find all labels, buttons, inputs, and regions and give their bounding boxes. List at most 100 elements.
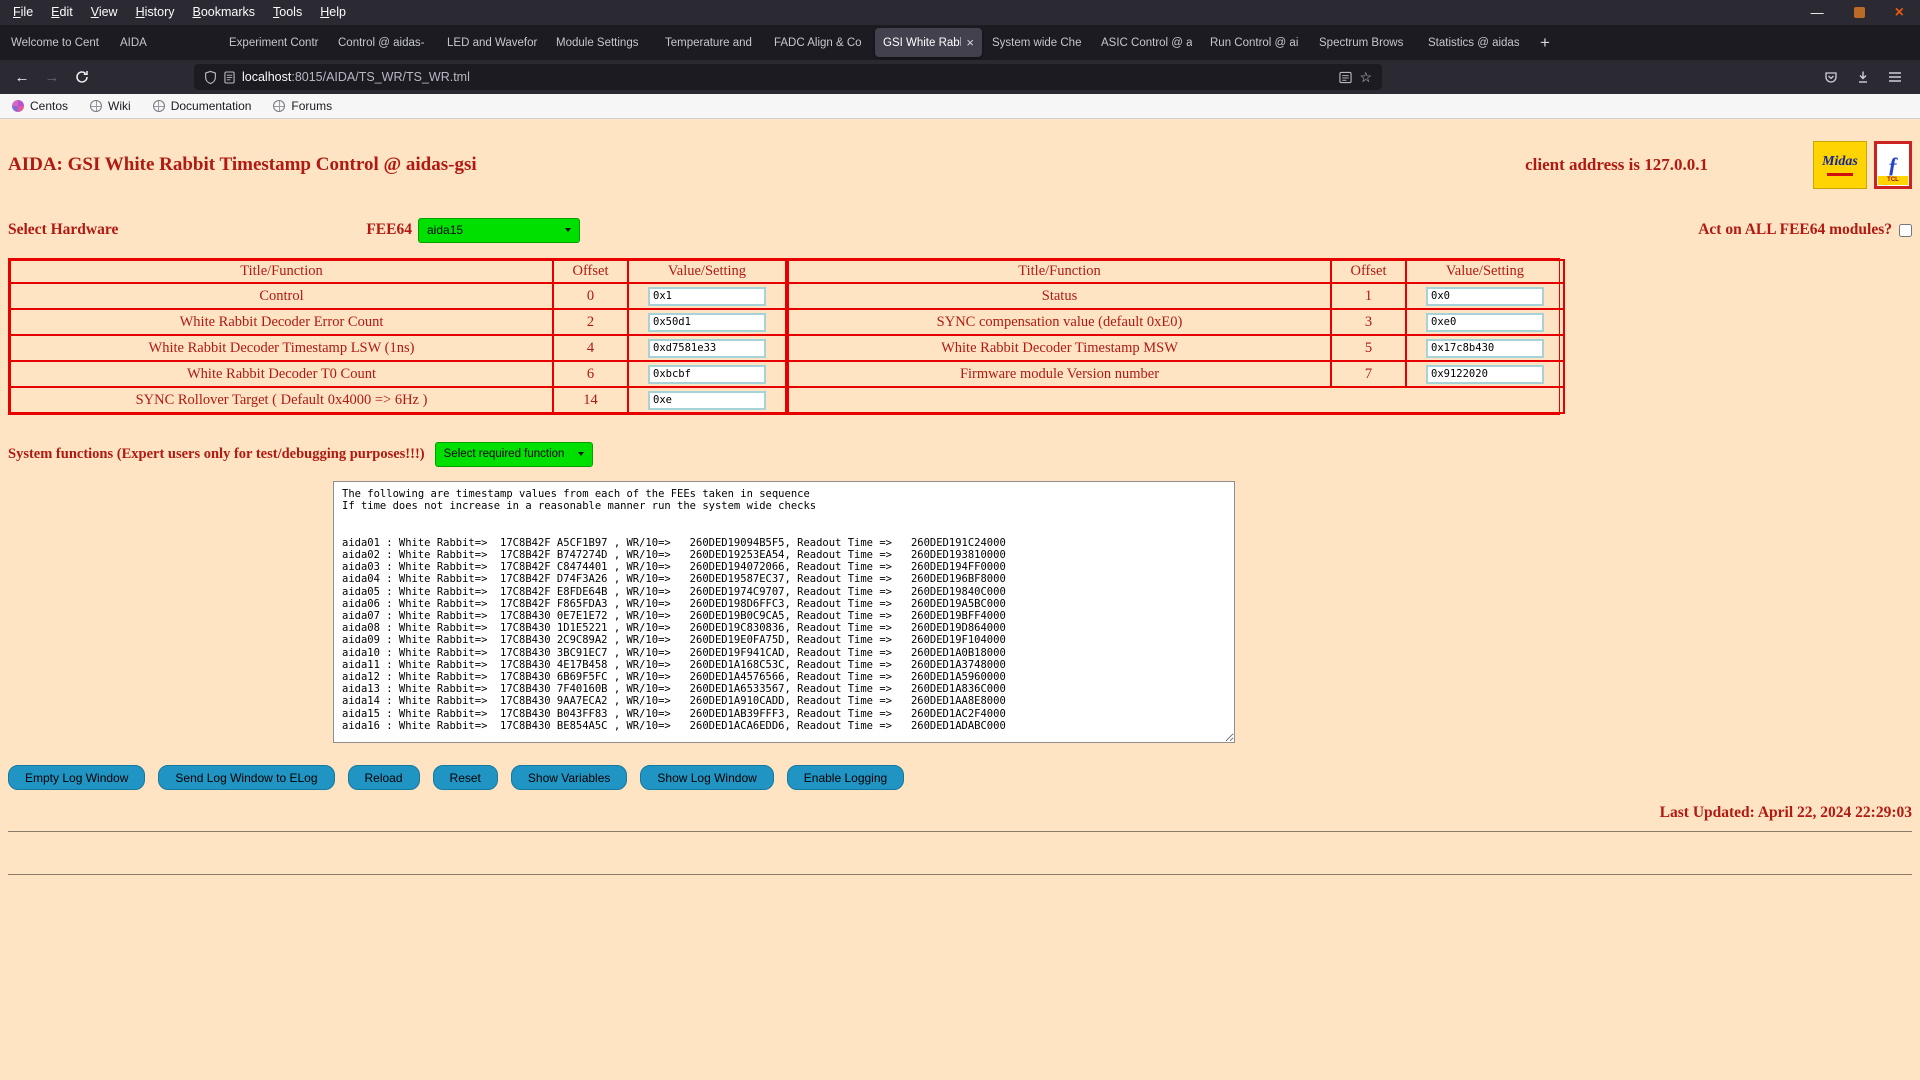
reload-button[interactable]: Reload [348, 765, 420, 790]
browser-tab[interactable]: Control @ aidas- [330, 28, 437, 57]
fee64-label: FEE64 [366, 221, 412, 239]
chevron-down-icon [565, 228, 571, 232]
browser-tab[interactable]: Spectrum Brows [1311, 28, 1418, 57]
page-info-icon[interactable] [224, 71, 235, 84]
send-log-window-to-elog-button[interactable]: Send Log Window to ELog [158, 765, 334, 790]
system-functions-label: System functions (Expert users only for … [8, 446, 425, 463]
browser-tab[interactable]: FADC Align & Co [766, 28, 873, 57]
register-offset: 4 [553, 335, 628, 361]
divider [8, 831, 1912, 832]
maximize-button[interactable] [1854, 7, 1865, 18]
url-host: localhost [242, 70, 291, 84]
window-controls: — × [1811, 0, 1920, 25]
register-value-input[interactable] [1426, 313, 1544, 332]
menu-help[interactable]: Help [311, 0, 355, 25]
tab-close-icon[interactable]: × [966, 35, 974, 50]
browser-tab[interactable]: ASIC Control @ a [1093, 28, 1200, 57]
minimize-button[interactable]: — [1811, 0, 1824, 25]
register-value-input[interactable] [648, 391, 766, 410]
tab-label: Control @ aidas- [338, 37, 429, 49]
register-value-input[interactable] [1426, 287, 1544, 306]
tab-bar: Welcome to Cent AIDA Experiment Contr Contr… [0, 25, 1920, 60]
reload-button[interactable] [68, 64, 96, 90]
act-on-all-label: Act on ALL FEE64 modules? [1698, 221, 1892, 239]
register-value-input[interactable] [648, 287, 766, 306]
menu-edit[interactable]: Edit [42, 0, 82, 25]
browser-tab[interactable]: System wide Che [984, 28, 1091, 57]
menu-file[interactable]: File [4, 0, 42, 25]
register-value-input[interactable] [1426, 365, 1544, 384]
tcl-feather-icon: ƒ [1888, 154, 1899, 176]
tcl-logo-text: TCL [1878, 176, 1908, 185]
back-button[interactable]: ← [8, 64, 36, 90]
register-offset: 0 [553, 283, 628, 309]
reader-view-icon[interactable] [1339, 71, 1352, 84]
register-title: Control [10, 283, 553, 309]
menu-tools[interactable]: Tools [264, 0, 311, 25]
forward-button[interactable]: → [38, 64, 66, 90]
close-button[interactable]: × [1895, 0, 1904, 25]
browser-tab[interactable]: GSI White Rabb× [875, 28, 982, 57]
bookmark-label: Wiki [108, 99, 131, 113]
menu-bookmarks[interactable]: Bookmarks [184, 0, 265, 25]
register-value-input[interactable] [648, 313, 766, 332]
pocket-icon[interactable] [1824, 70, 1838, 84]
browser-tab[interactable]: Experiment Contr [221, 28, 328, 57]
url-bar[interactable]: localhost:8015/AIDA/TS_WR/TS_WR.tml ☆ [194, 64, 1382, 90]
browser-tab[interactable]: Module Settings [548, 28, 655, 57]
system-functions-row: System functions (Expert users only for … [8, 441, 1912, 467]
registers-table: Title/Function Offset Value/Setting Cont… [8, 258, 1560, 415]
log-textarea[interactable] [333, 481, 1235, 743]
register-title: White Rabbit Decoder T0 Count [10, 361, 553, 387]
registers-left-body: Control0White Rabbit Decoder Error Count… [10, 283, 786, 413]
downloads-icon[interactable] [1856, 70, 1870, 84]
register-offset: 1 [1331, 283, 1406, 309]
browser-tab[interactable]: Welcome to Cent [3, 28, 110, 57]
menu-history[interactable]: History [127, 0, 184, 25]
register-value-input[interactable] [648, 339, 766, 358]
browser-tab[interactable]: AIDA [112, 28, 219, 57]
show-log-window-button[interactable]: Show Log Window [640, 765, 773, 790]
reload-icon [75, 70, 89, 84]
menu-view[interactable]: View [82, 0, 127, 25]
bookmark-documentation[interactable]: Documentation [153, 99, 252, 113]
client-address: client address is 127.0.0.1 [1525, 155, 1708, 175]
bookmark-label: Documentation [171, 99, 252, 113]
bookmark-forums[interactable]: Forums [273, 99, 332, 113]
register-value-cell [1406, 283, 1564, 309]
column-header-title: Title/Function [10, 260, 553, 283]
log-window-wrap [333, 481, 1912, 748]
system-functions-selected-value: Select required function [444, 448, 565, 460]
fee64-select[interactable]: aida15 [418, 218, 580, 243]
new-tab-button[interactable]: + [1528, 33, 1562, 53]
register-title: SYNC compensation value (default 0xE0) [788, 309, 1331, 335]
hamburger-menu-icon[interactable] [1888, 71, 1902, 83]
register-value-input[interactable] [1426, 339, 1544, 358]
browser-tab[interactable]: Temperature and [657, 28, 764, 57]
browser-tab[interactable]: LED and Wavefor [439, 28, 546, 57]
browser-tab[interactable]: Statistics @ aidas [1420, 28, 1527, 57]
shield-icon[interactable] [204, 70, 217, 85]
registers-table-right: Title/Function Offset Value/Setting Stat… [787, 259, 1565, 414]
act-on-all-checkbox[interactable] [1899, 224, 1912, 237]
register-row: White Rabbit Decoder T0 Count6 [10, 361, 786, 387]
reset-button[interactable]: Reset [433, 765, 498, 790]
register-row: SYNC Rollover Target ( Default 0x4000 =>… [10, 387, 786, 413]
system-functions-select[interactable]: Select required function [435, 442, 594, 467]
show-variables-button[interactable]: Show Variables [511, 765, 628, 790]
browser-tab[interactable]: Run Control @ ai [1202, 28, 1309, 57]
fee64-selected-value: aida15 [427, 223, 463, 237]
register-value-input[interactable] [648, 365, 766, 384]
tab-label: AIDA [120, 37, 211, 49]
enable-logging-button[interactable]: Enable Logging [787, 765, 904, 790]
bookmark-wiki[interactable]: Wiki [90, 99, 131, 113]
logos: Midas ƒ TCL [1813, 141, 1912, 189]
tab-label: System wide Che [992, 37, 1083, 49]
register-row: White Rabbit Decoder Error Count2 [10, 309, 786, 335]
bookmark-star-icon[interactable]: ☆ [1359, 69, 1372, 86]
url-path: :8015/AIDA/TS_WR/TS_WR.tml [291, 70, 470, 84]
register-offset: 7 [1331, 361, 1406, 387]
bookmark-centos[interactable]: Centos [12, 99, 68, 113]
empty-log-window-button[interactable]: Empty Log Window [8, 765, 145, 790]
register-offset: 14 [553, 387, 628, 413]
